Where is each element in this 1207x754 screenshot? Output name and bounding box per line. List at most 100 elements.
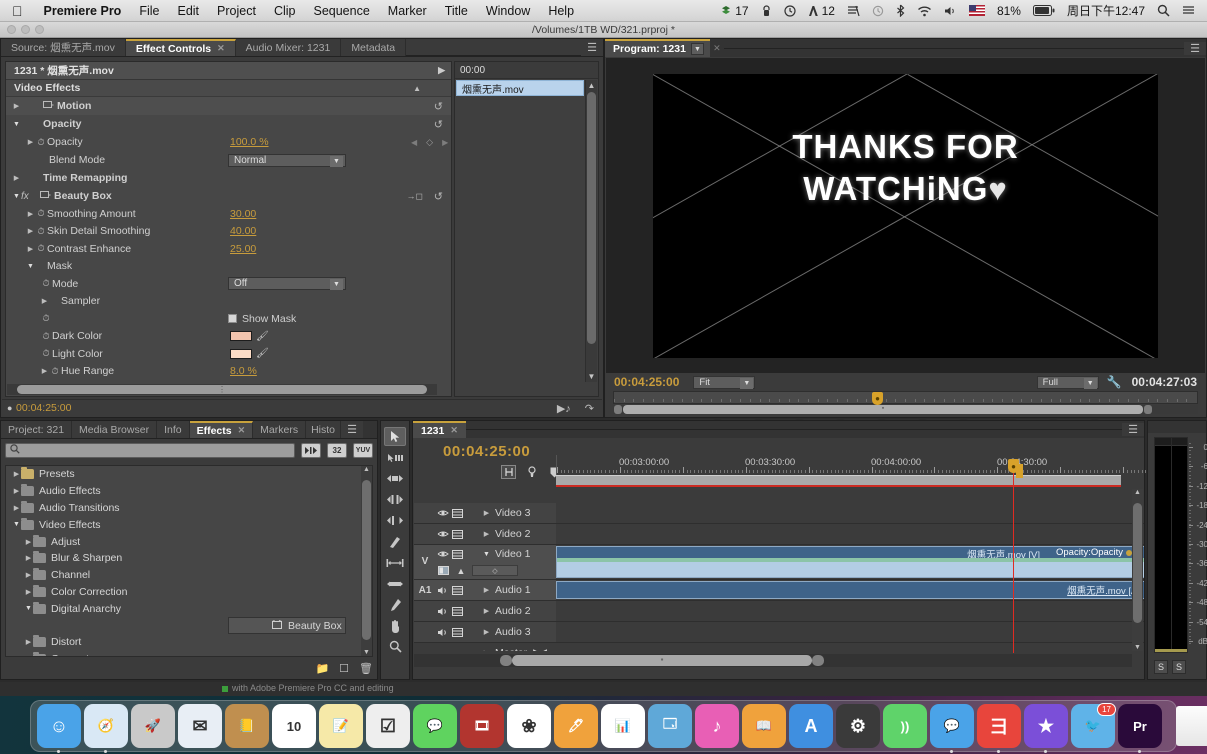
property-value[interactable]: 8.0 % (230, 365, 257, 377)
close-icon[interactable]: ✕ (238, 425, 246, 436)
menu-project[interactable]: Project (208, 4, 265, 18)
settings-wrench-icon[interactable]: 🔧 (1107, 375, 1122, 389)
panel-menu-icon[interactable]: ☰ (1122, 423, 1144, 436)
ripple-edit-tool[interactable] (384, 469, 406, 488)
tab-history[interactable]: Histo (306, 421, 342, 438)
dock-icon-launchpad[interactable]: 🚀 (131, 704, 175, 748)
selection-tool[interactable] (384, 427, 406, 446)
audio-meters-tabbar[interactable] (1148, 421, 1206, 433)
solo-button-left[interactable]: S (1154, 660, 1168, 674)
toggle-sync-lock-icon[interactable] (450, 528, 464, 541)
track-row-master[interactable]: ▶ Master ▶◀ (414, 643, 1144, 651)
dropbox-status-icon[interactable]: 17 (714, 4, 754, 18)
scroll-up-icon[interactable]: ▲ (1132, 489, 1143, 496)
disclosure-triangle-icon[interactable]: ▶ (26, 138, 35, 146)
video-effects-section-header[interactable]: Video Effects ▲ (6, 80, 451, 97)
program-current-timecode[interactable]: 00:04:25:00 (614, 375, 679, 389)
effect-timeline-ruler[interactable]: 00:00 (455, 62, 598, 79)
track-head-audio2[interactable]: ▶ Audio 2 (414, 601, 556, 622)
scroll-down-icon[interactable]: ▼ (361, 649, 372, 656)
tab-effects[interactable]: Effects ✕ (189, 421, 254, 438)
tree-item-audio-transitions[interactable]: ▶ Audio Transitions (6, 500, 372, 517)
source-indicator-v[interactable]: V (416, 556, 434, 567)
slip-tool[interactable] (384, 553, 406, 572)
property-row-smoothing-amount[interactable]: ▶ ⏱ Smoothing Amount 30.00 (6, 205, 451, 223)
track-row-audio2[interactable]: ▶ Audio 2 (414, 601, 1144, 622)
mask-mode-dropdown[interactable]: Off ▼ (228, 277, 346, 291)
property-row-opacity-value[interactable]: ▶ ⏱ Opacity 100.0 % ◀ ◇ ▶ (6, 133, 451, 151)
vscroll-thumb[interactable] (587, 92, 596, 344)
property-value[interactable]: 25.00 (230, 243, 256, 255)
show-mask-checkbox[interactable]: Show Mask (228, 313, 296, 325)
program-zoom-scrollbar[interactable]: ▪ (613, 405, 1198, 414)
accelerated-filter-button[interactable] (301, 442, 321, 458)
property-value[interactable]: 40.00 (230, 225, 256, 237)
keyframe-property-badge[interactable]: Opacity:Opacity ▼ (1053, 547, 1143, 558)
input-flag-icon[interactable] (963, 5, 991, 16)
disclosure-triangle-icon[interactable]: ▶ (482, 586, 491, 594)
dock-icon-messages[interactable]: 💬 (413, 704, 457, 748)
stopwatch-icon[interactable]: ⏱ (40, 331, 52, 342)
tree-item-generate[interactable]: ▶ Generate (6, 651, 372, 656)
disclosure-triangle-icon[interactable]: ▶ (482, 607, 491, 615)
toggle-track-output-icon[interactable] (436, 507, 450, 520)
track-select-tool[interactable] (384, 448, 406, 467)
vpn-status-icon[interactable] (755, 4, 778, 17)
effects-tree[interactable]: ▶ Presets ▶ Audio Effects ▶ Audio Transi… (5, 465, 373, 657)
add-keyframe-icon[interactable]: ◇ (426, 137, 433, 148)
stopwatch-icon[interactable]: ⏱ (35, 226, 47, 237)
razor-tool[interactable] (384, 532, 406, 551)
timeline-render-bar[interactable] (556, 485, 1121, 487)
stopwatch-icon[interactable]: ⏱ (35, 243, 47, 254)
disclosure-triangle-icon[interactable]: ▶ (24, 571, 33, 579)
menu-help[interactable]: Help (539, 4, 583, 18)
menu-sequence[interactable]: Sequence (304, 4, 378, 18)
dock-icon-numbers[interactable]: 📊 (601, 704, 645, 748)
track-body-audio2[interactable] (556, 601, 1144, 622)
tree-item-distort[interactable]: ▶ Distort (6, 634, 372, 651)
next-keyframe-icon[interactable]: ▶ (442, 138, 448, 147)
chevron-down-icon[interactable]: ▼ (1083, 377, 1097, 389)
vscroll-thumb[interactable] (362, 480, 371, 640)
clock-alt-icon[interactable] (866, 5, 890, 17)
notification-center-icon[interactable] (1176, 5, 1201, 17)
dock-icon-pages[interactable]: 🖊 (554, 704, 598, 748)
menu-edit[interactable]: Edit (168, 4, 208, 18)
dock-icon-photos[interactable]: ❀ (507, 704, 551, 748)
disclosure-triangle-icon[interactable]: ▶ (24, 538, 33, 546)
dock-icon-mail[interactable]: ✉ (178, 704, 222, 748)
solo-button-right[interactable]: S (1172, 660, 1186, 674)
menu-marker[interactable]: Marker (379, 4, 436, 18)
disclosure-triangle-icon[interactable]: ▶ (482, 628, 491, 636)
toggle-sync-lock-icon[interactable] (450, 548, 464, 561)
disclosure-triangle-icon[interactable]: ▶ (12, 504, 21, 512)
timeline-playhead-timecode[interactable]: 00:04:25:00 (443, 443, 530, 460)
track-row-video2[interactable]: ▶ Video 2 (414, 524, 1144, 545)
property-row-mask-group[interactable]: ▼ Mask (6, 258, 451, 276)
dock-icon-calendar[interactable]: 10 (272, 704, 316, 748)
close-icon[interactable]: ✕ (450, 425, 458, 436)
dock-icon-chat[interactable]: 💬 (930, 704, 974, 753)
disclosure-triangle-icon[interactable]: ▶ (40, 297, 49, 305)
wifi-icon[interactable] (911, 5, 938, 17)
scroll-down-icon[interactable]: ▼ (1132, 644, 1143, 651)
tab-info[interactable]: Info (157, 421, 190, 438)
tree-item-audio-effects[interactable]: ▶ Audio Effects (6, 483, 372, 500)
zoom-level-dropdown[interactable]: Fit ▼ (693, 375, 756, 389)
timeline-hscrollbar[interactable]: ▪ (414, 654, 1132, 667)
property-row-mask-mode[interactable]: ⏱ Mode Off ▼ (6, 275, 451, 293)
property-row-contrast-enhance[interactable]: ▶ ⏱ Contrast Enhance 25.00 (6, 240, 451, 258)
chevron-down-icon[interactable]: ▼ (330, 279, 343, 291)
stopwatch-icon[interactable]: ⏱ (35, 208, 47, 219)
stopwatch-icon[interactable]: ⏱ (40, 278, 52, 289)
blend-mode-dropdown[interactable]: Normal ▼ (228, 153, 346, 167)
tree-item-beauty-box[interactable]: Beauty Box 32 (228, 617, 346, 634)
dock-icon-xcode[interactable]: ⚙ (836, 704, 880, 748)
timeline-vscrollbar[interactable]: ▲ ▼ (1132, 489, 1143, 651)
timeline-clip-video[interactable]: 烟熏无声.mov [V] Opacity:Opacity ▼ (556, 546, 1144, 578)
yuv-filter-button[interactable]: YUV (353, 442, 373, 458)
dock-icon-keynote[interactable]: 🗔 (648, 704, 692, 748)
menu-file[interactable]: File (130, 4, 168, 18)
tab-program-monitor[interactable]: Program: 1231 ▼ (605, 39, 710, 57)
panel-menu-icon[interactable]: ☰ (581, 39, 603, 56)
